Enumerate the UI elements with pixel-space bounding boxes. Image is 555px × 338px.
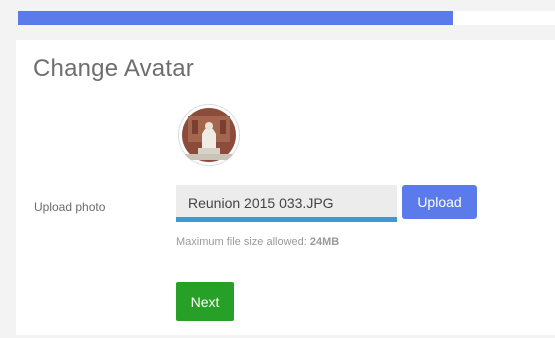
file-size-hint: Maximum file size allowed: 24MB	[176, 236, 339, 248]
change-avatar-panel: Change Avatar Upload photo Reunion 2015 …	[16, 40, 555, 335]
avatar	[178, 104, 240, 166]
page-title: Change Avatar	[33, 55, 194, 82]
top-progress-bar	[18, 11, 555, 25]
top-progress-fill	[18, 11, 453, 25]
upload-button[interactable]: Upload	[402, 185, 477, 219]
upload-photo-label: Upload photo	[34, 200, 106, 214]
file-size-limit: 24MB	[309, 236, 340, 248]
file-name-field[interactable]: Reunion 2015 033.JPG	[176, 185, 397, 222]
avatar-photo-icon	[179, 105, 239, 165]
next-button[interactable]: Next	[176, 282, 234, 321]
file-name-text: Reunion 2015 033.JPG	[188, 195, 334, 211]
file-size-hint-text: Maximum file size allowed:	[176, 236, 310, 248]
